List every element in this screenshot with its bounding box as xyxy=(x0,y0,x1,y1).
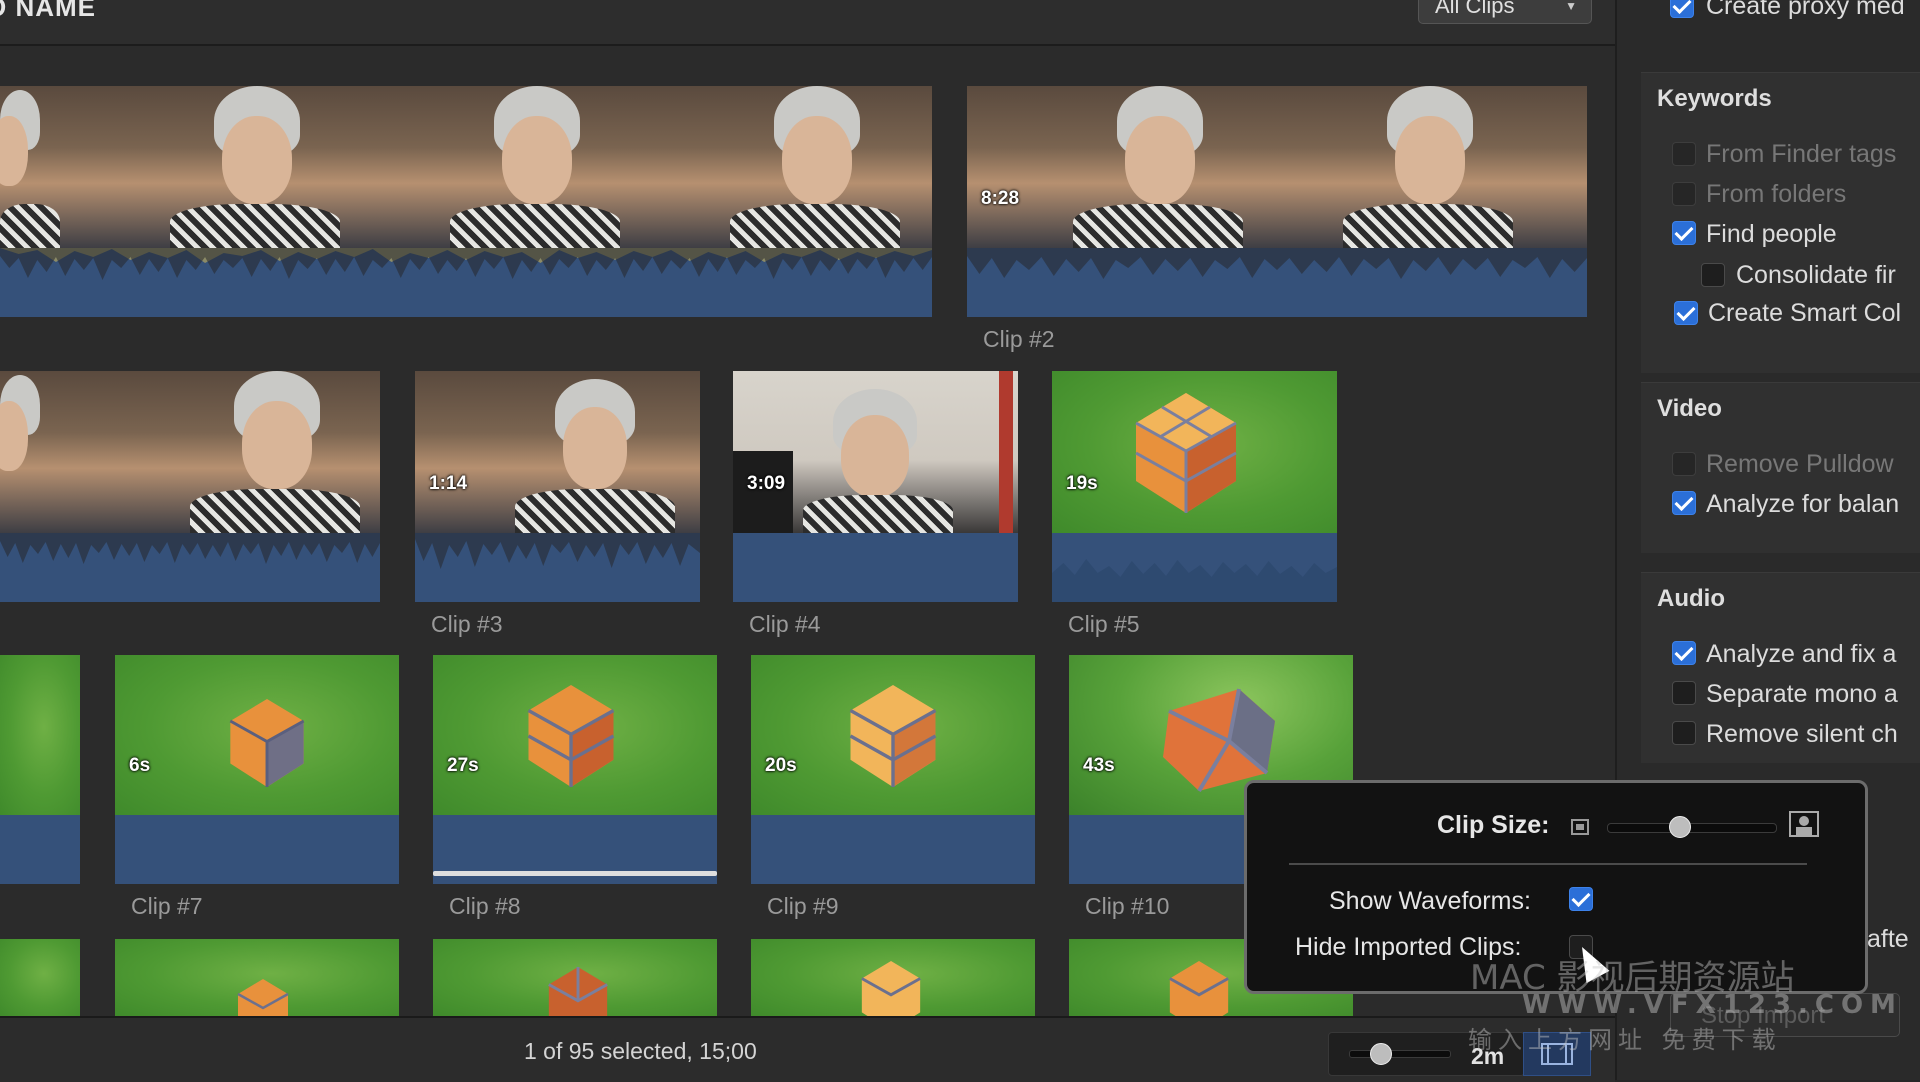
clip-thumbnail xyxy=(0,655,80,815)
watermark-line-3: 输入上方网址 免费下载 xyxy=(1468,1026,1782,1054)
zoom-slider-knob[interactable] xyxy=(1370,1043,1392,1065)
separate-mono-label: Separate mono a xyxy=(1706,680,1898,708)
analyze-balance-checkbox[interactable] xyxy=(1672,491,1696,515)
clip-name: Clip #10 xyxy=(1085,893,1170,919)
clip-duration: 19s xyxy=(1066,473,1098,494)
analyze-fix-audio-label: Analyze and fix a xyxy=(1706,640,1897,668)
audio-waveform xyxy=(0,533,380,602)
selection-status: 1 of 95 selected, 15;00 xyxy=(524,1038,757,1064)
clip-duration: 8:28 xyxy=(981,188,1020,209)
consolidate-label: Consolidate fir xyxy=(1736,261,1896,289)
clip-thumbnail xyxy=(1052,371,1337,533)
clip-thumbnail xyxy=(433,655,717,815)
clip-7[interactable]: 6s xyxy=(115,655,399,884)
clip-filter-label: All Clips xyxy=(1435,0,1515,18)
clip-9[interactable]: 20s xyxy=(751,655,1035,884)
create-proxy-label: Create proxy med xyxy=(1706,0,1905,20)
audio-waveform xyxy=(1052,533,1337,602)
audio-waveform xyxy=(115,815,399,884)
selection-range-bar xyxy=(433,871,717,876)
audio-waveform xyxy=(0,248,932,317)
from-finder-tags-checkbox[interactable] xyxy=(1672,142,1696,166)
remove-silent-label: Remove silent ch xyxy=(1706,720,1898,748)
from-folders-label: From folders xyxy=(1706,180,1847,208)
clip-size-slider-knob[interactable] xyxy=(1668,816,1691,838)
clip-name: Clip #8 xyxy=(449,893,521,919)
clip-row4-1[interactable] xyxy=(0,939,80,1016)
clip-duration: 27s xyxy=(447,755,479,776)
event-title: O NAME xyxy=(0,0,96,22)
audio-waveform xyxy=(415,533,700,602)
clip-4[interactable]: 3:09 xyxy=(733,371,1018,602)
large-clip-icon xyxy=(1789,811,1819,837)
clip-row4-4[interactable] xyxy=(751,939,1035,1016)
clip-6[interactable] xyxy=(0,655,80,884)
from-folders-checkbox[interactable] xyxy=(1672,182,1696,206)
clip-duration: 43s xyxy=(1083,755,1115,776)
clip-thumbnail xyxy=(415,371,700,533)
keywords-heading: Keywords xyxy=(1657,85,1772,112)
find-people-label: Find people xyxy=(1706,220,1837,248)
audio-waveform xyxy=(751,815,1035,884)
clip-size-slider[interactable] xyxy=(1607,816,1777,838)
remove-pulldown-checkbox[interactable] xyxy=(1672,452,1696,476)
chevron-down-icon: ▼ xyxy=(1565,0,1577,13)
clip-name: Clip #5 xyxy=(1068,611,1140,637)
clip-duration: 3:09 xyxy=(747,473,786,494)
clip-row4-3[interactable] xyxy=(433,939,717,1016)
from-finder-tags-label: From Finder tags xyxy=(1706,140,1897,168)
audio-waveform xyxy=(733,533,1018,602)
clip-thumbnail xyxy=(0,86,932,248)
clip-name: Clip #2 xyxy=(983,326,1055,352)
clip-3[interactable]: 1:14 xyxy=(415,371,700,602)
remove-silent-checkbox[interactable] xyxy=(1672,721,1696,745)
clip-size-label: Clip Size: xyxy=(1437,811,1550,839)
clip-thumbnail xyxy=(115,655,399,815)
clip-duration: 6s xyxy=(129,755,151,776)
show-waveforms-label: Show Waveforms: xyxy=(1329,887,1531,915)
clip-8[interactable]: 27s xyxy=(433,655,717,884)
video-heading: Video xyxy=(1657,395,1722,422)
create-smart-collections-checkbox[interactable] xyxy=(1674,301,1698,325)
clip-filmstrip-1[interactable] xyxy=(0,86,932,317)
clip-duration: 1:14 xyxy=(429,473,468,494)
create-smart-collections-label: Create Smart Col xyxy=(1708,299,1902,327)
show-waveforms-checkbox[interactable] xyxy=(1569,887,1593,911)
clip-name: Clip #9 xyxy=(767,893,839,919)
analyze-fix-audio-checkbox[interactable] xyxy=(1672,641,1696,665)
create-proxy-checkbox[interactable] xyxy=(1670,0,1694,18)
audio-heading: Audio xyxy=(1657,585,1725,612)
clip-filmstrip-2[interactable]: 8:28 xyxy=(967,86,1587,317)
clip-filter-popup[interactable]: All Clips ▼ xyxy=(1418,0,1592,24)
find-people-checkbox[interactable] xyxy=(1672,221,1696,245)
popover-divider xyxy=(1289,863,1807,865)
audio-waveform xyxy=(967,248,1587,317)
browser-header: O NAME All Clips ▼ xyxy=(0,0,1615,46)
browser-status-bar: 1 of 95 selected, 15;00 2m xyxy=(0,1016,1615,1082)
clip-thumbnail xyxy=(733,371,1018,533)
clip-duration: 20s xyxy=(765,755,797,776)
clip-name: Clip #3 xyxy=(431,611,503,637)
clip-thumbnail xyxy=(967,86,1587,248)
clip-5[interactable]: 19s xyxy=(1052,371,1337,602)
small-clip-icon xyxy=(1571,819,1589,835)
clip-name: Clip #7 xyxy=(131,893,203,919)
clip-thumbnail xyxy=(751,655,1035,815)
watermark-line-2: WWW.VFX123.COM xyxy=(1522,990,1903,1020)
clip-filmstrip-row2-first[interactable] xyxy=(0,371,380,602)
zoom-slider[interactable] xyxy=(1349,1043,1451,1065)
audio-waveform xyxy=(0,815,80,884)
analyze-balance-label: Analyze for balan xyxy=(1706,490,1900,518)
consolidate-checkbox[interactable] xyxy=(1701,263,1725,287)
clip-thumbnail xyxy=(0,371,380,533)
clip-name: Clip #4 xyxy=(749,611,821,637)
separate-mono-checkbox[interactable] xyxy=(1672,681,1696,705)
after-import-label: afte xyxy=(1867,925,1909,953)
remove-pulldown-label: Remove Pulldow xyxy=(1706,450,1894,478)
clip-row4-2[interactable] xyxy=(115,939,399,1016)
